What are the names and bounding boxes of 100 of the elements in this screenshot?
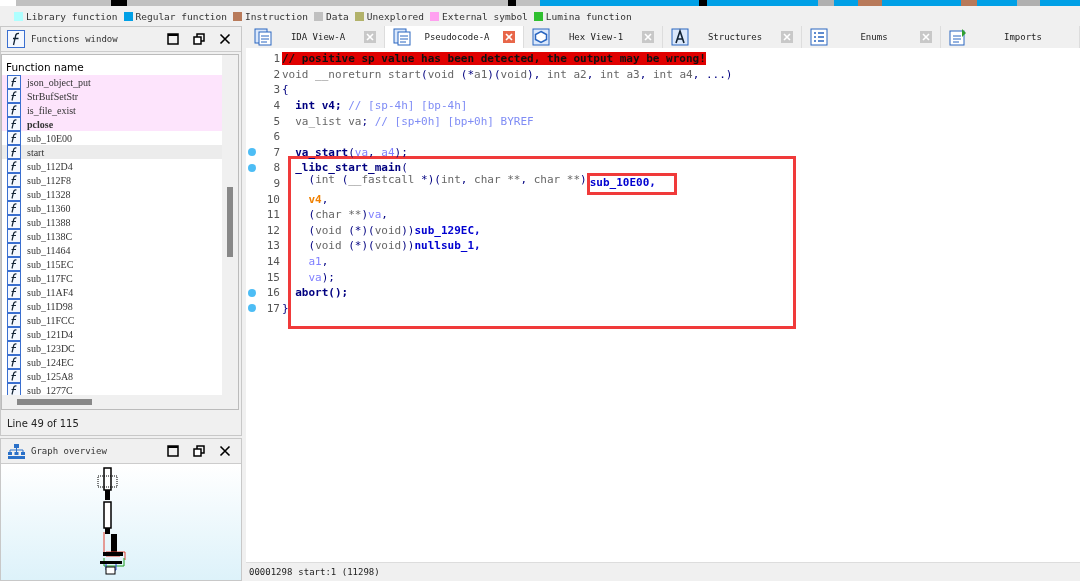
tab[interactable]: Hex View-1 xyxy=(524,26,663,48)
function-row[interactable]: sub_11FCC xyxy=(2,313,222,327)
code-line: void __noreturn start(void (*a1)(void), int a2, int a3, int a4, ...) xyxy=(282,67,733,81)
function-icon xyxy=(7,299,21,313)
line-count: Line 49 of 115 xyxy=(6,417,80,431)
code-line: int v4; // [sp-4h] [bp-4h] xyxy=(294,99,468,113)
function-row[interactable]: is_file_exist xyxy=(2,103,222,117)
function-icon xyxy=(7,131,21,145)
legend-label: Lumina function xyxy=(545,10,632,22)
maximize-icon[interactable] xyxy=(167,33,179,45)
line-number: 6 xyxy=(272,130,280,144)
line-number: 16 xyxy=(265,286,280,300)
tab[interactable]: Structures xyxy=(663,26,802,48)
tab-close-button[interactable] xyxy=(364,31,376,43)
function-row[interactable]: sub_121D4 xyxy=(2,327,222,341)
tab-label: Structures xyxy=(706,32,764,42)
code-line: abort(); xyxy=(294,286,349,300)
function-icon xyxy=(7,243,21,257)
list-icon xyxy=(810,28,828,46)
breakpoint-dot[interactable] xyxy=(248,148,256,157)
panel-title: Functions window xyxy=(31,34,119,44)
function-row[interactable]: sub_1277C xyxy=(2,383,222,395)
line-number: 12 xyxy=(265,223,280,237)
function-row[interactable]: sub_117FC xyxy=(2,271,222,285)
function-row[interactable]: sub_11D98 xyxy=(2,299,222,313)
line-number: 9 xyxy=(272,177,280,191)
breakpoint-dot[interactable] xyxy=(248,163,256,172)
document-icon xyxy=(949,28,967,46)
tab[interactable]: IDA View-A xyxy=(246,26,385,48)
letter-icon xyxy=(671,28,689,46)
breakpoint-dot[interactable] xyxy=(248,288,256,297)
function-row[interactable]: sub_11464 xyxy=(2,243,222,257)
tab[interactable]: Enums xyxy=(802,26,941,48)
function-icon xyxy=(7,271,21,285)
function-row[interactable]: start xyxy=(2,145,222,159)
column-header[interactable]: Function name xyxy=(2,55,222,75)
function-row[interactable]: json_object_put xyxy=(2,75,222,89)
tab-close-button[interactable] xyxy=(503,31,515,43)
function-row[interactable]: sub_11388 xyxy=(2,215,222,229)
restore-icon[interactable] xyxy=(193,33,205,45)
close-icon[interactable] xyxy=(219,33,231,45)
function-row[interactable]: sub_123DC xyxy=(2,341,222,355)
function-icon xyxy=(7,187,21,201)
line-number: 14 xyxy=(265,255,280,268)
location-readout: start:1 (11298) xyxy=(298,567,380,577)
line-number: 13 xyxy=(265,239,280,253)
legend-label: Unexplored xyxy=(366,10,425,22)
document-icon xyxy=(393,28,411,46)
function-icon xyxy=(7,383,21,395)
document-icon xyxy=(254,28,272,46)
code-line: } xyxy=(282,301,289,315)
breakpoint-dot[interactable] xyxy=(248,304,256,313)
tab[interactable]: Pseudocode-A xyxy=(385,26,524,48)
function-row[interactable]: sub_11360 xyxy=(2,201,222,215)
code-line: va_list va; // [sp+0h] [bp+0h] BYREF xyxy=(294,114,534,128)
tab[interactable]: Imports xyxy=(941,26,1080,48)
tab-close-button[interactable] xyxy=(920,31,932,43)
function-row[interactable]: StrBufSetStr xyxy=(2,89,222,103)
function-row[interactable]: sub_124EC xyxy=(2,355,222,369)
code-line: (void (*)(void))sub_129EC, xyxy=(307,223,481,237)
line-number: 3 xyxy=(272,83,280,97)
function-icon xyxy=(7,229,21,243)
line-number: 4 xyxy=(272,99,280,113)
function-row[interactable]: sub_11AF4 xyxy=(2,285,222,299)
function-row[interactable]: sub_112D4 xyxy=(2,159,222,173)
function-icon xyxy=(7,173,21,187)
tab-label: IDA View-A xyxy=(289,32,347,42)
close-icon[interactable] xyxy=(219,445,231,457)
function-icon xyxy=(7,327,21,341)
restore-icon[interactable] xyxy=(193,445,205,457)
tab-close-button[interactable] xyxy=(642,31,654,43)
function-row[interactable]: sub_112F8 xyxy=(2,173,222,187)
function-icon xyxy=(7,30,25,48)
function-icon xyxy=(7,355,21,369)
line-number: 5 xyxy=(272,114,280,128)
function-icon xyxy=(7,117,21,131)
function-row[interactable]: sub_1138C xyxy=(2,229,222,243)
maximize-icon[interactable] xyxy=(167,445,179,457)
code-line: va); xyxy=(307,270,335,284)
function-row[interactable]: sub_115EC xyxy=(2,257,222,271)
tab-label: Enums xyxy=(859,32,889,42)
tab-close-button[interactable] xyxy=(781,31,793,43)
code-line: va_start(va, a4); xyxy=(294,145,408,159)
function-row[interactable]: sub_11328 xyxy=(2,187,222,201)
function-row[interactable]: pclose xyxy=(2,117,222,131)
code-line: { xyxy=(282,83,289,97)
legend-label: Library function xyxy=(26,10,118,22)
code-line: a1, xyxy=(307,255,329,268)
tab-label: Imports xyxy=(1003,32,1043,42)
function-row[interactable]: sub_125A8 xyxy=(2,369,222,383)
function-row[interactable]: sub_10E00 xyxy=(2,131,222,145)
legend-label: External symbol xyxy=(442,10,528,22)
function-icon xyxy=(7,159,21,173)
tab-label: Hex View-1 xyxy=(567,32,625,42)
line-number: 17 xyxy=(265,301,280,315)
hierarchy-icon xyxy=(7,443,25,459)
function-icon xyxy=(7,313,21,327)
code-line: _libc_start_main( xyxy=(294,161,408,175)
code-line: (void (*)(void))nullsub_1, xyxy=(307,239,481,253)
line-number: 10 xyxy=(265,192,280,206)
